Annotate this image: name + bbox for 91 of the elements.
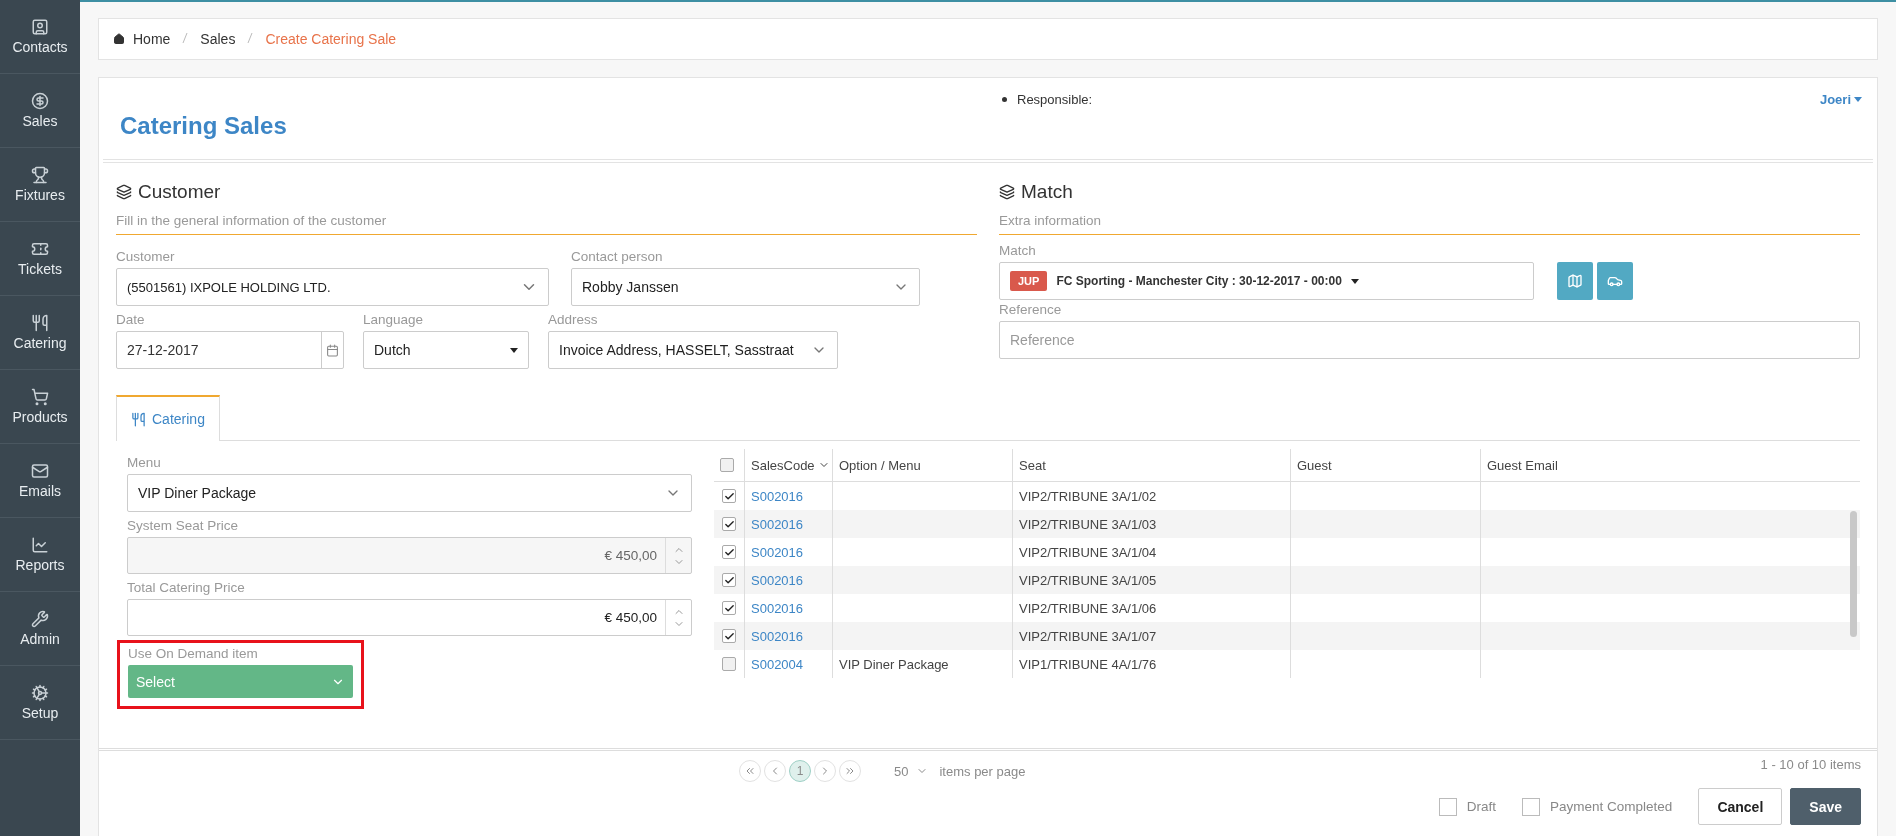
row-checkbox[interactable] [722,601,736,615]
page-title: Catering Sales [120,112,288,141]
match-select[interactable]: JUP FC Sporting - Manchester City : 30-12-2017 - 00:00 [999,262,1534,300]
sales-code-link[interactable]: S002004 [751,656,804,672]
field-label: Customer [116,249,176,264]
slash-separator-icon [182,32,189,44]
checkbox-label[interactable]: Payment Completed [1522,797,1673,816]
row-checkbox[interactable] [722,517,736,531]
car-button[interactable] [1597,262,1633,300]
field-label: Match [999,243,1037,258]
check-icon [723,518,735,530]
field-label: System Seat Price [127,518,240,533]
checkbox[interactable] [1438,797,1457,816]
layers-icon [999,184,1015,200]
checkbox[interactable] [1522,797,1541,816]
check-icon [723,490,735,502]
date-field[interactable]: 27-12-2017 [116,331,344,369]
row-checkbox[interactable] [722,573,736,587]
check-icon [723,574,735,586]
first-page-button[interactable] [739,760,761,782]
row-checkbox[interactable] [722,489,736,503]
chart-icon [31,536,49,554]
save-button[interactable]: Save [1790,788,1861,825]
cancel-button[interactable]: Cancel [1698,788,1783,825]
contact-person-select[interactable]: Robby Janssen [571,268,920,306]
row-checkbox[interactable] [722,629,736,643]
table-cell: VIP2/TRIBUNE 3A/1/03 [1012,510,1290,538]
row-checkbox[interactable] [722,657,736,671]
field-label: Use On Demand item [128,646,259,661]
cart-icon [31,388,49,406]
map-button[interactable] [1557,262,1593,300]
map-icon [1567,273,1583,289]
checkbox-label[interactable]: Draft [1438,797,1497,816]
check-icon [723,630,735,642]
table-cell: VIP2/TRIBUNE 3A/1/07 [1012,622,1290,650]
home-icon [113,33,125,45]
caret-icon [1854,97,1862,102]
language-select[interactable]: Dutch [363,331,529,369]
team-badge: JUP [1010,271,1048,291]
check-icon [723,546,735,558]
mail-icon [31,462,49,480]
scrollbar[interactable] [1850,511,1857,637]
wrench-icon [31,610,49,628]
user-dropdown[interactable]: Joeri [1819,92,1862,107]
reference-field[interactable]: Reference [999,321,1860,359]
sales-code-link[interactable]: S002016 [751,488,804,504]
section-title: Match [999,181,1860,203]
contact-card-icon [31,18,49,36]
field-label: Date [116,312,146,327]
previous-page-button[interactable] [764,760,786,782]
utensils-icon [31,314,49,332]
sales-code-link[interactable]: S002016 [751,600,804,616]
caret-icon [1350,278,1359,284]
page-size-label: items per page [939,763,1026,779]
caret-icon [510,347,518,353]
double-chevron-right-icon [844,765,856,777]
double-chevron-left-icon [744,765,756,777]
field-label: Menu [127,455,162,470]
check-icon [723,602,735,614]
section-title: Customer [116,181,977,203]
breadcrumb-link[interactable]: Home [133,31,171,47]
calendar-icon [326,343,339,357]
field-label: Language [363,312,425,327]
dollar-icon [31,92,49,110]
field-label: Address [548,312,599,327]
customer-select[interactable]: (5501561) IXPOLE HOLDING LTD. [116,268,549,306]
layers-icon [116,184,132,200]
utensils-icon [131,411,146,427]
menu-select[interactable]: VIP Diner Package [127,474,692,512]
field-label: Contact person [571,249,664,264]
trophy-icon [31,166,49,184]
sales-code-link[interactable]: S002016 [751,544,804,560]
next-page-button[interactable] [814,760,836,782]
table-cell: VIP2/TRIBUNE 3A/1/05 [1012,566,1290,594]
section-subtitle: Fill in the general information of the customer [116,203,977,235]
field-label: Total Catering Price [127,580,246,595]
address-select[interactable]: Invoice Address, HASSELT, Sasstraat [548,331,838,369]
catering-tab[interactable]: Catering [116,395,220,441]
responsible-label: Responsible: [1002,92,1093,107]
settings-icon [31,684,49,702]
row-checkbox[interactable] [722,545,736,559]
page-size-select[interactable]: 50 [894,763,929,779]
slash-separator-icon [247,32,254,44]
breadcrumb-link[interactable]: Sales [200,31,236,47]
items-summary: 1 - 10 of 10 items [1760,757,1861,774]
section-subtitle: Extra information [999,203,1860,235]
last-page-button[interactable] [839,760,861,782]
field-label: Reference [999,302,1063,317]
ticket-icon [31,240,49,258]
catering-price-field[interactable]: € 450,00 [127,599,692,636]
select-all-checkbox[interactable] [720,458,734,472]
